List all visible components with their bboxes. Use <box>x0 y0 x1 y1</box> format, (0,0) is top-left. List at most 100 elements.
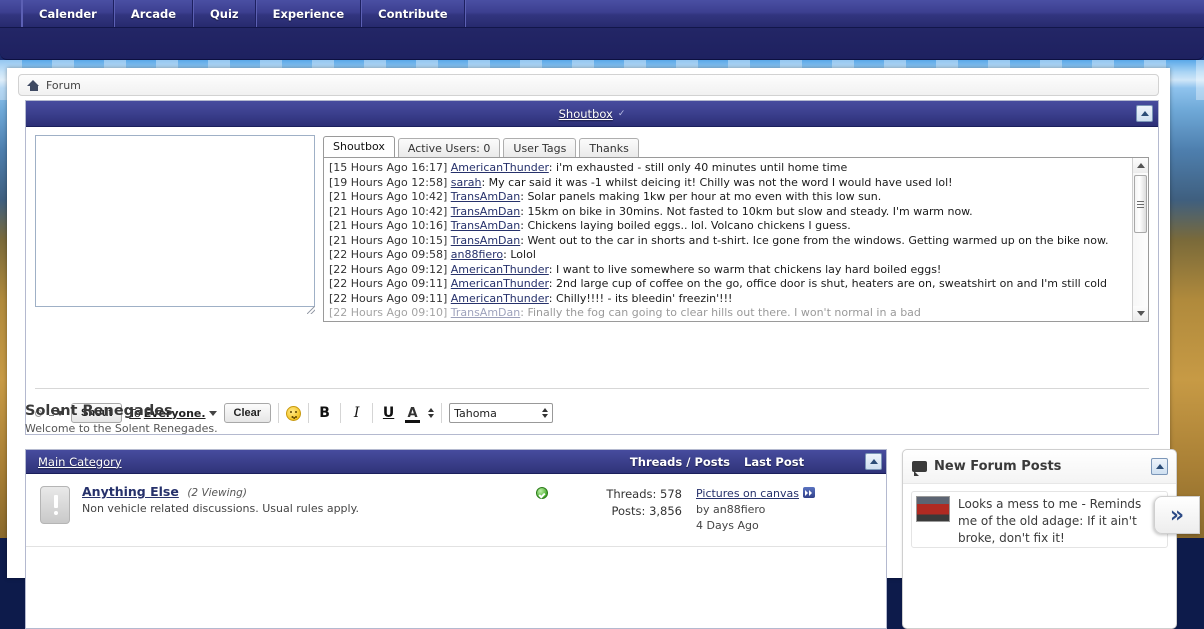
nav-right-spacer <box>464 0 1204 27</box>
shoutbox-message-list: [15 Hours Ago 16:17] AmericanThunder: i'… <box>323 157 1149 322</box>
shout-username[interactable]: AmericanThunder <box>451 161 549 174</box>
shout-timestamp: [22 Hours Ago 09:12] <box>329 262 448 276</box>
scroll-up-arrow-icon <box>1136 163 1145 168</box>
shout-message: [22 Hours Ago 09:58] an88fiero: Lolol <box>329 248 536 261</box>
shoutbox-messages: [15 Hours Ago 16:17] AmericanThunder: i'… <box>324 158 1132 321</box>
bold-button[interactable]: B <box>316 405 333 421</box>
shout-text: Solar panels making 1kw per hour at mo e… <box>527 190 882 203</box>
last-post-author[interactable]: by an88fiero <box>696 502 852 518</box>
shout-timestamp: [21 Hours Ago 10:42] <box>329 190 448 203</box>
shout-text: 2nd large cup of coffee on the go, offic… <box>556 277 1108 290</box>
shoutbox-title[interactable]: Shoutbox <box>559 107 613 121</box>
italic-button[interactable]: I <box>348 405 365 421</box>
font-color-stepper[interactable] <box>428 408 435 418</box>
shout-timestamp: [22 Hours Ago 09:11] <box>329 277 448 290</box>
underline-button[interactable]: U <box>380 405 397 421</box>
shout-username[interactable]: TransAmDan <box>451 306 521 319</box>
tab-user-tags[interactable]: User Tags <box>503 138 577 158</box>
home-icon[interactable] <box>27 79 40 91</box>
shout-message: [22 Hours Ago 09:11] AmericanThunder: Ch… <box>329 291 733 305</box>
last-post-title-link[interactable]: Pictures on canvas <box>696 487 799 500</box>
nav-item-experience[interactable]: Experience <box>255 0 362 27</box>
shout-username[interactable]: TransAmDan <box>451 234 521 247</box>
textarea-resize-grip[interactable] <box>307 306 315 314</box>
shout-message-input[interactable] <box>35 135 315 307</box>
font-family-value: Tahoma <box>454 406 497 420</box>
nav-item-calender[interactable]: Calender <box>22 0 114 27</box>
font-family-stepper[interactable] <box>542 408 549 418</box>
column-last-post: Last Post <box>744 454 805 469</box>
shout-timestamp: [21 Hours Ago 10:16] <box>329 219 448 232</box>
shout-username[interactable]: AmericanThunder <box>451 277 549 290</box>
last-post-time: 4 Days Ago <box>696 519 759 532</box>
shout-username[interactable]: AmericanThunder <box>451 292 549 305</box>
shout-message: [15 Hours Ago 16:17] AmericanThunder: i'… <box>329 161 848 174</box>
sidebar-collapse-button[interactable] <box>1151 458 1168 475</box>
shout-username[interactable]: TransAmDan <box>451 219 521 232</box>
scroll-down-button[interactable] <box>1133 305 1148 321</box>
expand-sidebar-button[interactable]: » <box>1154 496 1200 534</box>
shout-username[interactable]: AmericanThunder <box>451 263 549 276</box>
nav-item-arcade[interactable]: Arcade <box>113 0 194 27</box>
clear-button[interactable]: Clear <box>223 403 272 423</box>
shout-username[interactable]: TransAmDan <box>451 205 521 218</box>
shoutbox-body: Shoutbox Active Users: 0 User Tags Thank… <box>26 127 1158 322</box>
scroll-down-arrow-icon <box>1136 310 1145 316</box>
toolbar-divider <box>441 403 443 423</box>
category-collapse-button[interactable] <box>865 453 882 470</box>
shout-message: [22 Hours Ago 09:10] TransAmDan: Finally… <box>329 306 921 319</box>
font-family-select[interactable]: Tahoma <box>449 403 554 423</box>
chevron-down-icon <box>208 410 217 416</box>
shout-timestamp: [22 Hours Ago 09:11] <box>329 291 448 305</box>
shout-text: Lolol <box>510 248 536 261</box>
shoutbox-check-icon: ✓ <box>617 108 626 119</box>
shoutbox-header: Shoutbox ✓ <box>26 101 1158 127</box>
shout-text: I want to live somewhere so warm that ch… <box>556 262 942 276</box>
collapse-up-icon <box>1140 111 1149 116</box>
go-to-last-post-icon[interactable] <box>803 487 815 498</box>
forum-unread-icon[interactable] <box>40 486 70 524</box>
shout-text: Chilly!!!! - its bleedin' freezin'!!! <box>556 291 733 305</box>
stepper-down-icon <box>542 414 549 418</box>
shout-message: [22 Hours Ago 09:11] AmericanThunder: 2n… <box>329 277 1108 290</box>
forum-title-link[interactable]: Anything Else <box>82 484 179 499</box>
list-item[interactable]: Looks a mess to me - Reminds me of the o… <box>911 491 1168 548</box>
shoutbox-module: Shoutbox ✓ Shoutbox Active Users: 0 User… <box>25 100 1159 435</box>
page-content: Forum Shoutbox ✓ Shoutbox Active Users: … <box>7 68 1177 629</box>
forum-viewing-count: (2 Viewing) <box>187 487 247 499</box>
shout-username[interactable]: sarah <box>451 176 482 189</box>
shout-username[interactable]: TransAmDan <box>451 190 521 203</box>
breadcrumb[interactable]: Forum <box>18 74 1159 96</box>
speech-bubble-icon <box>912 461 927 476</box>
toolbar-divider <box>340 403 342 423</box>
post-title[interactable]: Looks a mess to me - Reminds me of the o… <box>958 496 1163 547</box>
shout-text: i'm exhausted - still only 40 minutes un… <box>556 161 848 174</box>
breadcrumb-label[interactable]: Forum <box>46 79 81 92</box>
shout-text: My car said it was -1 whilst deicing it!… <box>488 175 953 189</box>
shout-username[interactable]: an88fiero <box>451 248 503 261</box>
shoutbox-scrollbar[interactable] <box>1132 158 1148 321</box>
tab-thanks[interactable]: Thanks <box>579 138 639 158</box>
new-forum-posts-panel: New Forum Posts Looks a mess to me - Rem… <box>902 449 1177 629</box>
smiley-icon[interactable] <box>286 405 302 421</box>
scrollbar-thumb[interactable] <box>1134 175 1147 233</box>
scroll-up-button[interactable] <box>1133 158 1148 173</box>
page-title: Solent Renegades <box>25 403 173 419</box>
shout-text: Finally the fog can going to clear hills… <box>527 306 921 319</box>
shout-timestamp: [19 Hours Ago 12:58] <box>329 175 448 189</box>
tab-shoutbox[interactable]: Shoutbox <box>323 136 395 157</box>
tab-active-users[interactable]: Active Users: 0 <box>397 138 501 158</box>
font-color-button[interactable]: A <box>404 406 421 423</box>
top-navigation-bar: Calender Arcade Quiz Experience Contribu… <box>0 0 1204 28</box>
shout-text: 15km on bike in 30mins. Not fasted to 10… <box>527 204 973 218</box>
shout-timestamp: [21 Hours Ago 10:15] <box>329 233 448 247</box>
forum-threads-count: Threads: 578 <box>606 487 682 501</box>
nav-item-quiz[interactable]: Quiz <box>193 0 256 27</box>
shout-timestamp: [22 Hours Ago 09:10] <box>329 306 448 319</box>
nav-item-contribute[interactable]: Contribute <box>361 0 465 27</box>
shoutbox-collapse-button[interactable] <box>1136 105 1153 122</box>
category-title[interactable]: Main Category <box>38 455 122 469</box>
column-threads-posts: Threads / Posts <box>629 454 730 469</box>
shout-text: Chickens laying boiled eggs.. lol. Volca… <box>527 219 851 232</box>
shout-message: [21 Hours Ago 10:42] TransAmDan: 15km on… <box>329 204 973 218</box>
